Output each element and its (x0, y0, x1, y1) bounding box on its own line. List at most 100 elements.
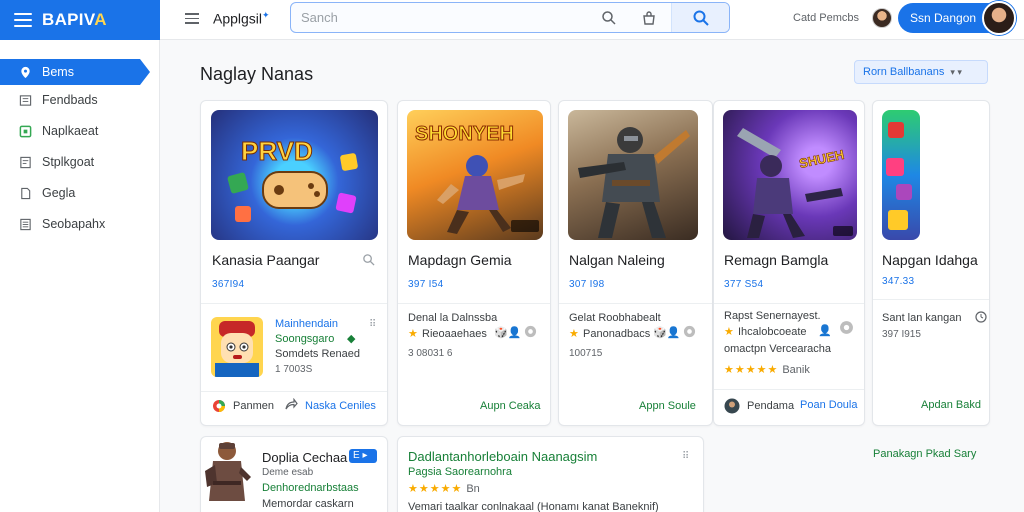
game-card[interactable]: PRVD Kanasia Paangar 367I94 Mainhendain … (200, 100, 388, 426)
sidebar-item-stplkgoat[interactable]: Stplkgoat (0, 149, 160, 175)
hamburger-menu-icon[interactable] (14, 13, 32, 27)
game-card[interactable]: Dadlantanhorleboain Naanagsim ⠿ Pagsia S… (397, 436, 704, 512)
app-title[interactable]: Sant lan kangan (882, 311, 962, 326)
footer-link[interactable]: Apdan Bakd (921, 399, 981, 411)
game-card[interactable]: Nalgan Naleing 307 I98 Gelat Roobhabealt… (558, 100, 713, 426)
drag-handle-icon[interactable]: ⠿ (682, 451, 689, 462)
brand-logo[interactable]: BAPIVA (42, 10, 107, 30)
sidebar-item-naplkaeat[interactable]: Naplkaeat (0, 118, 160, 144)
search-lens-icon[interactable] (601, 10, 617, 31)
app-meta: 100715 (569, 348, 603, 359)
card-description: Memordar caskarn (262, 498, 354, 510)
card-count: 347.33 (882, 276, 915, 287)
card-title[interactable]: Napgan Idahga (882, 252, 978, 268)
sort-dropdown[interactable]: Rorn Ballbanans ▾ ▾ (854, 60, 988, 84)
app-description: Somdets Renaed (275, 348, 360, 360)
card-subtitle: Denhorednarbstaas (262, 482, 359, 494)
section-title: Naglay Nanas (200, 64, 314, 84)
status-badge: E ▸ (349, 449, 377, 463)
menu-icon[interactable] (185, 13, 199, 24)
app-subtitle: Soongsgaro (275, 333, 335, 345)
game-card[interactable]: Napgan Idahga 347.33 Sant lan kangan 397… (872, 100, 990, 426)
card-title[interactable]: Doplia Cechaa (262, 450, 347, 465)
footer-link[interactable]: Naska Ceniles (305, 400, 376, 412)
divider (714, 303, 864, 304)
rating-stars: ★★★★★ Banik (724, 364, 810, 376)
google-play-icon (212, 399, 226, 416)
emoji-icons: 👤 (818, 325, 832, 337)
sidebar-item-seobapahx[interactable]: Seobapahx (0, 211, 160, 237)
app-title[interactable]: Denal la Dalnssba (408, 311, 497, 326)
sidebar-item-gegla[interactable]: Gegla (0, 180, 160, 206)
emoji-icons: 🎲👤 (653, 327, 681, 339)
star-icon: ★ (724, 326, 734, 338)
game-card[interactable]: Doplia Cechaa E ▸ Deme esab Denhorednarb… (200, 436, 388, 512)
card-title[interactable]: Kanasia Paangar (212, 252, 319, 268)
brand-name-accent: A (94, 10, 107, 29)
more-icon[interactable] (524, 325, 537, 341)
rating-stars: ★★★★★ Bn (408, 483, 480, 495)
sidebar-item-label: Naplkaeat (42, 124, 99, 138)
file-icon (18, 186, 32, 200)
news-icon (18, 93, 32, 107)
sort-label: Rorn Ballbanans (863, 66, 945, 78)
app-thumbnail[interactable] (211, 317, 263, 377)
cart-label[interactable]: Catd Pemcbs (793, 12, 859, 24)
game-thumbnail[interactable] (201, 437, 253, 512)
card-count: 397 I54 (408, 279, 444, 290)
card-title[interactable]: Mapdagn Gemia (408, 252, 512, 268)
avatar (724, 398, 740, 417)
play-icon: ◆ (347, 333, 356, 345)
more-icon[interactable] (839, 320, 854, 338)
card-title[interactable]: Nalgan Naleing (569, 252, 665, 268)
game-thumbnail[interactable]: SHUEH (723, 110, 857, 240)
footer-link[interactable]: Aupn Ceaka (480, 400, 541, 412)
see-more-link[interactable]: Panakagn Pkad Sary (873, 448, 976, 460)
game-thumbnail[interactable] (568, 110, 698, 240)
search-bar (290, 2, 730, 33)
card-meta: Deme esab (262, 467, 314, 478)
app-title[interactable]: Mainhendain (275, 317, 338, 332)
card-description: Vemari taalkar conlnakaal (Honamı kanat … (408, 501, 659, 512)
app-meta: 1 7003S (275, 364, 313, 375)
clock-icon (975, 311, 987, 326)
footer-link[interactable]: Poan Doula (800, 399, 858, 411)
card-title[interactable]: Remagn Bamgla (724, 252, 828, 268)
avatar[interactable] (872, 8, 892, 28)
footer-link[interactable]: Appn Soule (639, 400, 696, 412)
search-icon[interactable] (362, 253, 375, 269)
location-pin-icon (18, 65, 32, 79)
card-count: 367I94 (212, 279, 245, 290)
top-bar: Applgsil✦ Catd Pemcbs Ssn Dangon (160, 0, 1024, 40)
sidebar: Bems Fendbads Naplkaeat Stplkgoat Gegla … (0, 40, 160, 512)
document-icon (18, 155, 32, 169)
footer-label: Panmen (233, 400, 274, 412)
sidebar-item-bems[interactable]: Bems (0, 59, 150, 85)
search-button[interactable] (671, 3, 729, 32)
svg-text:PRVD: PRVD (241, 136, 313, 166)
svg-text:SHONYEH: SHONYEH (415, 123, 514, 145)
bag-icon[interactable] (641, 10, 657, 31)
game-thumbnail[interactable]: PRVD (211, 110, 378, 240)
review-count: Bn (466, 483, 480, 495)
game-thumbnail[interactable] (882, 110, 920, 240)
drag-handle-icon[interactable]: ⠿ (369, 319, 376, 330)
sidebar-item-label: Fendbads (42, 93, 98, 107)
share-icon[interactable] (284, 397, 298, 415)
game-card[interactable]: SHONYEH Mapdagn Gemia 397 I54 Denal la D… (397, 100, 551, 426)
more-icon[interactable] (683, 325, 696, 341)
sidebar-item-label: Stplkgoat (42, 155, 95, 169)
divider (714, 389, 864, 390)
card-count: 307 I98 (569, 279, 605, 290)
sidebar-item-fendbads[interactable]: Fendbads (0, 87, 160, 113)
app-title[interactable]: Gelat Roobhabealt (569, 311, 661, 326)
game-card[interactable]: SHUEH Remagn Bamgla 377 S54 Rapst Senern… (713, 100, 865, 426)
game-thumbnail[interactable]: SHONYEH (407, 110, 543, 240)
card-title[interactable]: Dadlantanhorleboain Naanagsim (408, 449, 597, 464)
app-title[interactable]: Rapst Senernayest. (724, 309, 821, 324)
main-content: Naglay Nanas Rorn Ballbanans ▾ ▾ PRVD Ka… (160, 40, 1024, 512)
divider (873, 299, 989, 300)
search-input[interactable] (291, 3, 591, 32)
divider (559, 303, 712, 304)
profile-avatar[interactable] (982, 1, 1016, 35)
